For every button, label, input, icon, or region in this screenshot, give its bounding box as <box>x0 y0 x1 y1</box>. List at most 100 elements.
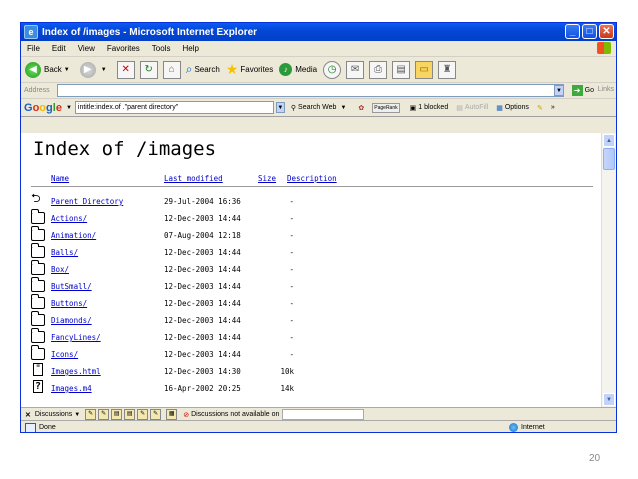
discussions-bar: ✕ Discussions ▼ ✎ ✎ ▤ ▤ ✎ ✎ ▦ ⊘ Discussio… <box>21 407 616 421</box>
google-search-input[interactable]: intitle:index.of ."parent directory" <box>74 101 274 114</box>
slide-page-number: 20 <box>589 453 601 464</box>
go-button[interactable]: ➜ Go <box>571 85 594 96</box>
table-row: Animation/ 07-Aug-2004 12:18 - <box>31 226 591 244</box>
zone-label: Internet <box>521 424 545 431</box>
column-header-name[interactable]: Name <box>51 174 69 183</box>
column-header-size[interactable]: Size <box>258 174 276 183</box>
column-header-description[interactable]: Description <box>287 174 337 183</box>
media-button[interactable]: ♪ Media <box>279 63 317 76</box>
folder-icon <box>31 277 45 292</box>
table-row: ButSmall/ 12-Dec-2003 14:44 - <box>31 277 591 295</box>
file-link[interactable]: Diamonds/ <box>51 316 92 325</box>
file-link[interactable]: Images.html <box>51 367 101 376</box>
discussion-icon[interactable]: ✎ <box>98 409 110 420</box>
autofill-icon: ▤ <box>456 104 463 112</box>
column-header-last-modified[interactable]: Last modified <box>164 174 223 183</box>
title-bar: e Index of /images - Microsoft Internet … <box>21 23 616 41</box>
table-row: ⮌ Parent Directory 29-Jul-2004 16:36 - <box>31 191 294 206</box>
discussion-icon[interactable]: ✎ <box>85 409 97 420</box>
file-link[interactable]: Icons/ <box>51 350 78 359</box>
google-logo[interactable]: Google <box>24 102 62 114</box>
file-link[interactable]: Animation/ <box>51 231 96 240</box>
more-chevron-icon[interactable]: » <box>551 104 555 111</box>
address-bar: Address ▼ ➜ Go Links <box>21 83 616 99</box>
file-link[interactable]: Balls/ <box>51 248 78 257</box>
address-input[interactable] <box>57 84 564 97</box>
popup-blocker-icon: ▣ <box>409 104 417 112</box>
autofill-button[interactable]: ▤ AutoFill <box>456 104 488 112</box>
scroll-thumb[interactable] <box>603 148 615 170</box>
status-bar: Done Internet <box>21 420 616 432</box>
file-link[interactable]: ButSmall/ <box>51 282 92 291</box>
discussion-icon[interactable]: ▤ <box>124 409 136 420</box>
pagerank-indicator: PageRank <box>372 102 400 113</box>
close-button[interactable]: ✕ <box>599 24 614 39</box>
search-button[interactable]: ⌕ Search <box>186 62 220 77</box>
edit-icon[interactable]: ▤ <box>392 60 411 79</box>
favorites-button[interactable]: ★ Favorites <box>226 61 273 78</box>
folder-icon <box>31 328 45 343</box>
scroll-down-icon[interactable]: ▼ <box>603 393 615 406</box>
search-icon: ⌕ <box>185 62 193 76</box>
stop-icon[interactable]: ✕ <box>116 60 135 79</box>
scroll-up-icon[interactable]: ▲ <box>603 134 615 147</box>
mail-icon[interactable]: ✉ <box>346 60 365 79</box>
home-icon[interactable]: ⌂ <box>162 60 181 79</box>
popup-blocker-button[interactable]: ▣ 1 blocked <box>410 104 449 112</box>
menu-view[interactable]: View <box>78 44 95 53</box>
discussions-status: Discussions not available on <box>191 411 280 418</box>
close-discussions-icon[interactable]: ✕ <box>25 411 31 419</box>
forward-button[interactable]: ▶ ▼ <box>79 61 111 78</box>
discussion-icon[interactable]: ▦ <box>166 409 178 420</box>
vertical-scrollbar[interactable]: ▲ ▼ <box>601 133 616 407</box>
search-web-button[interactable]: ⚲ Search Web ▼ <box>291 104 350 112</box>
forward-arrow-icon: ▶ <box>79 61 96 78</box>
folder-icon[interactable]: ▭ <box>415 60 434 79</box>
binoculars-icon: ⚲ <box>290 104 297 112</box>
back-button[interactable]: ◀ Back ▼ <box>25 61 74 78</box>
minimize-button[interactable]: _ <box>565 24 580 39</box>
page-icon <box>25 422 36 432</box>
history-icon[interactable]: ◷ <box>323 60 342 79</box>
news-icon[interactable]: ✿ <box>358 104 364 112</box>
discussions-server-field[interactable] <box>282 409 365 420</box>
file-link[interactable]: Parent Directory <box>51 197 123 206</box>
file-link[interactable]: Box/ <box>51 265 69 274</box>
address-label: Address <box>24 87 50 94</box>
table-row: Balls/ 12-Dec-2003 14:44 - <box>31 243 591 261</box>
discussion-icon[interactable]: ✎ <box>150 409 162 420</box>
page-content: Index of /images Name Last modified Size… <box>21 133 602 407</box>
links-button[interactable]: Links <box>598 86 614 93</box>
maximize-button[interactable]: □ <box>582 24 597 39</box>
menu-file[interactable]: File <box>27 44 40 53</box>
menu-bar: File Edit View Favorites Tools Help <box>21 41 616 57</box>
windows-flag-icon <box>597 42 611 54</box>
file-link[interactable]: Buttons/ <box>51 299 87 308</box>
file-link[interactable]: Actions/ <box>51 214 87 223</box>
print-icon[interactable]: ⎙ <box>369 60 388 79</box>
menu-favorites[interactable]: Favorites <box>107 44 140 53</box>
address-dropdown-icon[interactable]: ▼ <box>554 85 564 96</box>
table-row: ? Images.m4 16-Apr-2002 20:25 14k <box>33 380 294 393</box>
menu-edit[interactable]: Edit <box>52 44 66 53</box>
google-search-dropdown-icon[interactable]: ▼ <box>275 102 285 113</box>
discussion-icon[interactable]: ✎ <box>137 409 149 420</box>
highlight-icon[interactable]: ✎ <box>537 104 543 112</box>
file-link[interactable]: FancyLines/ <box>51 333 101 342</box>
no-entry-icon: ⊘ <box>183 411 190 419</box>
options-icon: ▦ <box>496 104 503 112</box>
table-row: Icons/ 12-Dec-2003 14:44 - <box>31 345 591 363</box>
messenger-icon[interactable]: ♜ <box>438 60 457 79</box>
discussion-icon[interactable]: ▤ <box>111 409 123 420</box>
menu-tools[interactable]: Tools <box>152 44 171 53</box>
menu-help[interactable]: Help <box>182 44 198 53</box>
discussions-button[interactable]: Discussions <box>35 411 72 418</box>
refresh-icon[interactable]: ↻ <box>139 60 158 79</box>
back-folder-icon: ⮌ <box>31 191 41 205</box>
table-row: Actions/ 12-Dec-2003 14:44 - <box>31 209 591 227</box>
google-menu-dropdown-icon[interactable]: ▼ <box>66 105 72 111</box>
file-link[interactable]: Images.m4 <box>51 384 92 393</box>
folder-icon <box>31 243 45 258</box>
unknown-file-icon: ? <box>33 380 43 393</box>
options-button[interactable]: ▦ Options <box>496 104 529 112</box>
